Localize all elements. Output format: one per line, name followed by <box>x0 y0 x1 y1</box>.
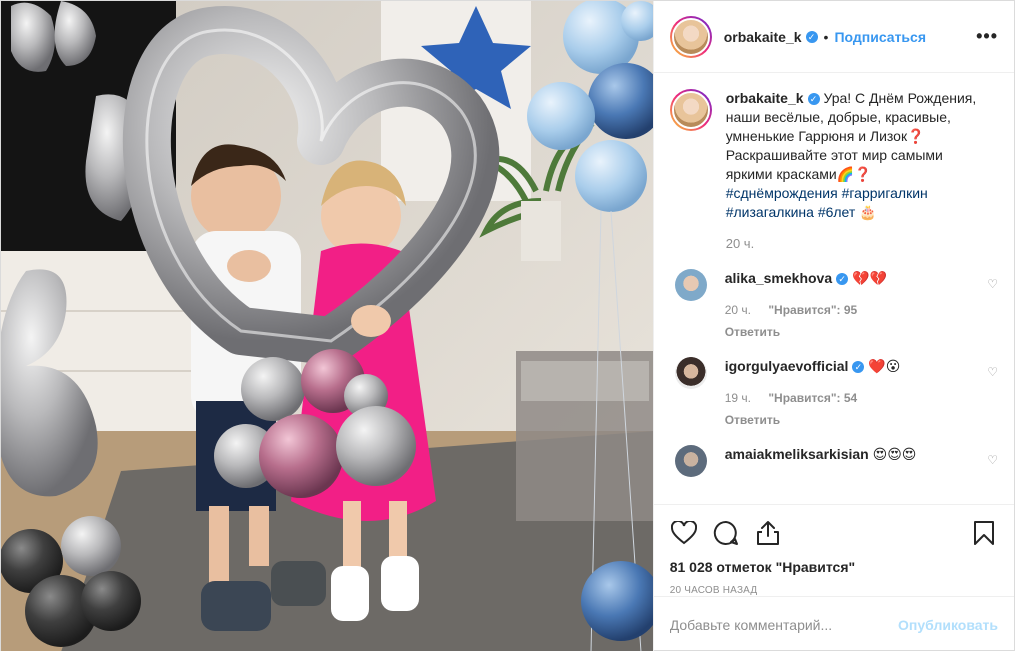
post-header: orbakaite_k ✓ • Подписаться ••• <box>653 1 1014 73</box>
comment-text: 😍😍😍 <box>872 446 917 462</box>
post-dialog: orbakaite_k ✓ • Подписаться ••• orbakait… <box>0 0 1015 651</box>
caption-body: orbakaite_k ✓ Ура! С Днём Рождения, наши … <box>726 89 986 253</box>
comment-like-icon[interactable]: ♡ <box>987 365 998 379</box>
comments-list[interactable]: orbakaite_k ✓ Ура! С Днём Рождения, наши … <box>654 73 1014 504</box>
reply-button[interactable]: Ответить <box>725 323 887 341</box>
follow-button[interactable]: Подписаться <box>834 29 926 45</box>
reply-button[interactable]: Ответить <box>725 411 901 429</box>
verified-icon: ✓ <box>836 273 849 285</box>
comment-likes[interactable]: "Нравится": 95 <box>768 303 857 317</box>
comment-body: igorgulyaevofficial ✓ ❤️😮 19 ч. "Нравится… <box>725 357 901 429</box>
verified-icon: ✓ <box>807 93 820 105</box>
commenter-username[interactable]: amaiakmeliksarkisian <box>725 446 869 462</box>
publish-button[interactable]: Опубликовать <box>898 617 998 633</box>
action-icons <box>670 513 998 553</box>
hashtag-link[interactable]: #лизагалкина <box>726 204 814 220</box>
comment-meta: 19 ч. "Нравится": 54 <box>725 389 901 407</box>
more-icon[interactable]: ••• <box>976 26 998 47</box>
author-username[interactable]: orbakaite_k <box>724 29 802 45</box>
comment-like-icon[interactable]: ♡ <box>987 453 998 467</box>
verified-icon: ✓ <box>805 30 818 43</box>
caption-time[interactable]: 20 ч. <box>726 234 986 253</box>
comment-text: ❤️😮 <box>868 358 901 374</box>
comment-item: amaiakmeliksarkisian 😍😍😍 ♡ <box>670 445 998 477</box>
commenter-username[interactable]: igorgulyaevofficial <box>725 358 849 374</box>
commenter-avatar[interactable] <box>674 269 707 301</box>
photo-illustration <box>1 1 653 651</box>
post-actions: 81 028 отметок "Нравится" 20 часов назад <box>653 504 1014 596</box>
comment-time[interactable]: 20 ч. <box>725 303 751 317</box>
caption-avatar[interactable] <box>669 89 712 131</box>
comment-meta: 20 ч. "Нравится": 95 <box>725 301 887 319</box>
comment-time[interactable]: 19 ч. <box>725 391 751 405</box>
hashtag-link[interactable]: #сднёмрождения <box>726 185 838 201</box>
bookmark-icon[interactable] <box>970 519 998 547</box>
caption-username[interactable]: orbakaite_k <box>726 90 804 106</box>
post-timestamp[interactable]: 20 часов назад <box>670 585 998 596</box>
comment-like-icon[interactable]: ♡ <box>987 277 998 291</box>
comment-body: alika_smekhova ✓ 💔💔 20 ч. "Нравится": 95 … <box>725 269 887 341</box>
share-icon[interactable] <box>754 519 782 547</box>
add-comment-bar: Опубликовать <box>653 596 1014 651</box>
cake-emoji: 🎂 <box>859 204 877 220</box>
comment-body: amaiakmeliksarkisian 😍😍😍 <box>725 445 917 477</box>
heart-icon[interactable] <box>670 519 698 547</box>
likes-count[interactable]: 81 028 отметок "Нравится" <box>670 559 998 575</box>
separator-dot: • <box>823 28 829 45</box>
comment-input[interactable] <box>669 616 891 633</box>
comment-likes[interactable]: "Нравится": 54 <box>768 391 857 405</box>
commenter-avatar[interactable] <box>674 445 707 477</box>
comment-text: 💔💔 <box>852 270 887 286</box>
comment-icon[interactable] <box>712 519 740 547</box>
caption: orbakaite_k ✓ Ура! С Днём Рождения, наши … <box>669 89 998 253</box>
post-sidebar: orbakaite_k ✓ • Подписаться ••• orbakait… <box>652 1 1014 651</box>
hashtag-link[interactable]: #6лет <box>818 204 855 220</box>
post-photo[interactable] <box>1 1 653 651</box>
comment-item: igorgulyaevofficial ✓ ❤️😮 19 ч. "Нравится… <box>670 357 998 429</box>
commenter-username[interactable]: alika_smekhova <box>725 270 832 286</box>
hashtag-link[interactable]: #гарригалкин <box>842 185 928 201</box>
comment-item: alika_smekhova ✓ 💔💔 20 ч. "Нравится": 95 … <box>670 269 998 341</box>
author-avatar[interactable] <box>669 15 712 58</box>
verified-icon: ✓ <box>852 361 865 373</box>
commenter-avatar[interactable] <box>674 357 707 389</box>
